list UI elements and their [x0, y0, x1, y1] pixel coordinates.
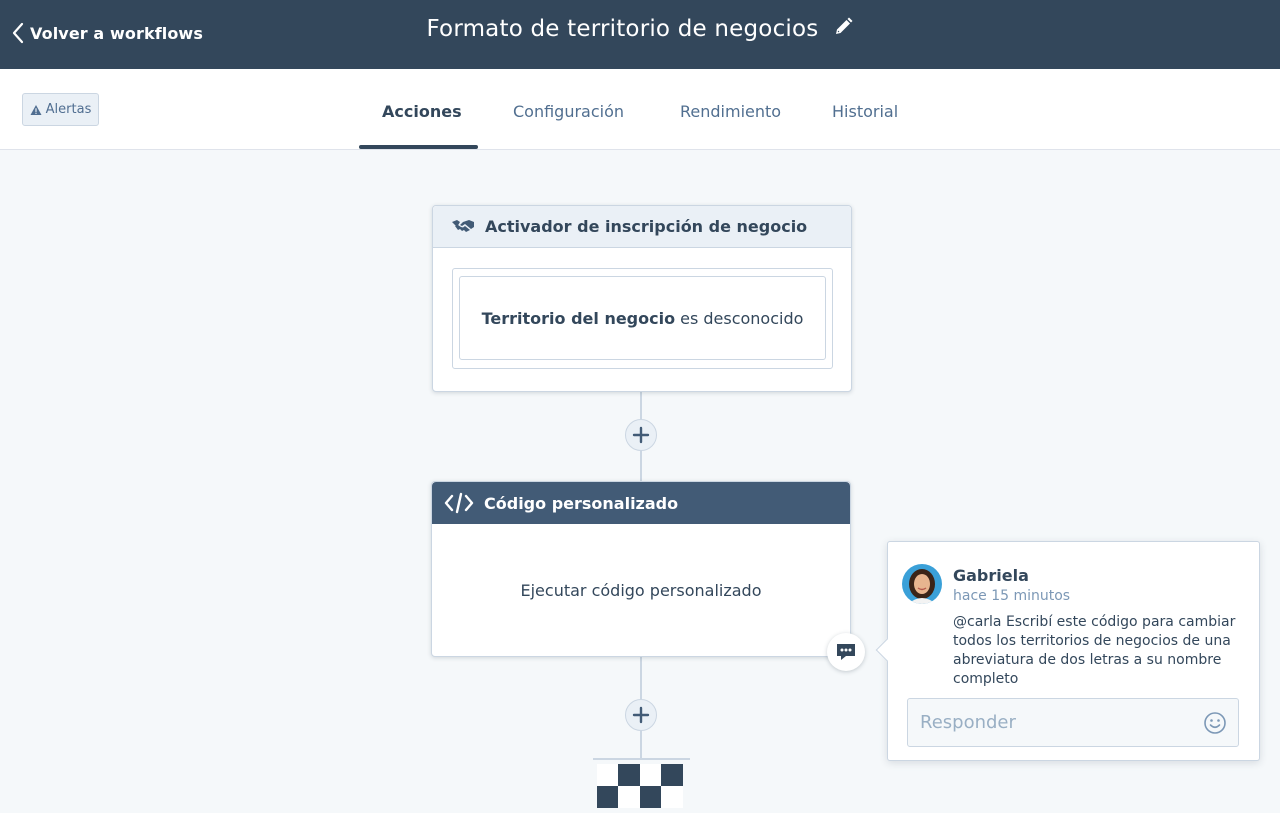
plus-icon: [632, 706, 650, 724]
comment-button[interactable]: [827, 633, 865, 671]
comment-author: Gabriela: [953, 566, 1029, 585]
alerts-button[interactable]: Alertas: [22, 93, 99, 126]
filter-operator: es desconocido: [680, 308, 804, 328]
add-action-button[interactable]: [625, 419, 657, 451]
end-divider: [593, 758, 690, 760]
comment-message: @carla Escribí este código para cambiar …: [953, 614, 1236, 687]
tab-historial[interactable]: Historial: [832, 102, 898, 121]
tab-configuracion[interactable]: Configuración: [513, 102, 624, 121]
reply-placeholder: Responder: [920, 712, 1016, 733]
warning-icon: [30, 104, 42, 115]
avatar-image: [902, 564, 942, 604]
action-card-title: Código personalizado: [484, 493, 679, 513]
enrollment-trigger-card[interactable]: Activador de inscripción de negocio Terr…: [432, 205, 852, 392]
avatar: [902, 564, 942, 604]
checkered-flag-icon: [597, 764, 683, 808]
code-icon: [444, 492, 474, 514]
filter-condition[interactable]: Territorio del negocio es desconocido: [459, 276, 826, 360]
reply-input[interactable]: Responder: [907, 698, 1239, 747]
action-card-header: Código personalizado: [432, 482, 850, 524]
active-tab-indicator: [359, 145, 478, 149]
custom-code-action-card[interactable]: Código personalizado Ejecutar código per…: [431, 481, 851, 657]
smiley-icon[interactable]: [1203, 711, 1227, 735]
comment-icon: [837, 644, 855, 660]
tab-acciones[interactable]: Acciones: [382, 102, 462, 121]
title-wrap: Formato de territorio de negocios: [0, 16, 1280, 42]
alerts-label: Alertas: [45, 102, 92, 117]
trigger-card-header: Activador de inscripción de negocio: [433, 206, 851, 248]
filter-group: Territorio del negocio es desconocido: [452, 268, 833, 369]
popover-arrow: [875, 638, 899, 662]
tab-rendimiento[interactable]: Rendimiento: [680, 102, 781, 121]
comment-timestamp: hace 15 minutos: [953, 588, 1071, 604]
top-bar: Volver a workflows Formato de territorio…: [0, 0, 1280, 69]
action-card-body: Ejecutar código personalizado: [520, 580, 762, 600]
plus-icon: [632, 426, 650, 444]
workflow-title: Formato de territorio de negocios: [426, 16, 819, 42]
tab-bar: Alertas Acciones Configuración Rendimien…: [0, 69, 1280, 150]
filter-property: Territorio del negocio: [481, 308, 676, 328]
handshake-icon: [452, 219, 474, 232]
comment-popover: Gabriela hace 15 minutos @carla Escribí …: [875, 541, 1260, 761]
pencil-icon[interactable]: [832, 16, 854, 38]
add-action-button[interactable]: [625, 699, 657, 731]
trigger-card-title: Activador de inscripción de negocio: [485, 217, 808, 236]
